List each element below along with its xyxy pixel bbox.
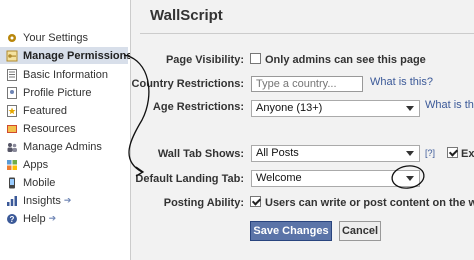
annotation-arrow xyxy=(123,54,425,189)
